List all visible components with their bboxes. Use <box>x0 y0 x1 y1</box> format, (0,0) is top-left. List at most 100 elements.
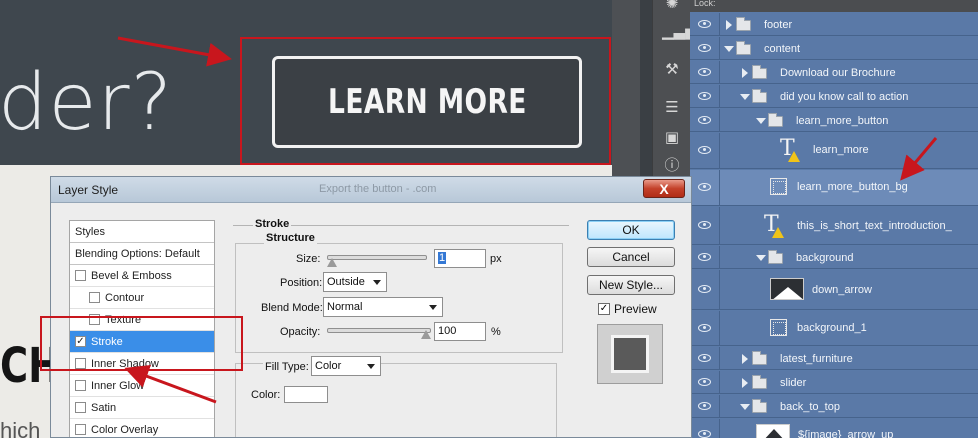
expand-arrow-icon[interactable] <box>726 20 732 30</box>
eye-icon[interactable] <box>698 253 711 261</box>
expand-arrow-icon[interactable] <box>742 68 748 78</box>
position-dropdown[interactable]: Outside <box>323 272 387 292</box>
style-item-color-overlay[interactable]: Color Overlay <box>70 419 214 437</box>
visibility-column <box>690 347 720 369</box>
3d-cube-icon[interactable]: ▣ <box>662 128 682 148</box>
size-unit: px <box>490 253 502 265</box>
style-item-inner-glow[interactable]: Inner Glow <box>70 375 214 397</box>
eye-icon[interactable] <box>698 430 711 438</box>
layer-row[interactable]: slider <box>690 371 978 394</box>
layer-row[interactable]: background <box>690 246 978 269</box>
size-label: Size: <box>296 253 321 265</box>
layer-thumbnail <box>770 278 804 300</box>
cancel-button[interactable]: Cancel <box>587 247 675 267</box>
style-checkbox[interactable] <box>75 380 86 391</box>
layer-row[interactable]: Download our Brochure <box>690 61 978 84</box>
eye-icon[interactable] <box>698 116 711 124</box>
ok-button[interactable]: OK <box>587 220 675 240</box>
info-icon[interactable]: ⓘ <box>662 156 682 176</box>
stroke-section-title: Stroke <box>253 218 292 230</box>
layer-row[interactable]: back_to_top <box>690 395 978 418</box>
layer-row[interactable]: T learn_more <box>690 133 978 169</box>
style-item-satin[interactable]: Satin <box>70 397 214 419</box>
eye-icon[interactable] <box>698 183 711 191</box>
shape-layer-icon <box>770 319 787 336</box>
eye-icon[interactable] <box>698 92 711 100</box>
layer-row[interactable]: T this_is_short_text_introduction_ <box>690 207 978 245</box>
layer-row[interactable]: did you know call to action <box>690 85 978 108</box>
expand-arrow-icon[interactable] <box>742 354 748 364</box>
layer-row[interactable]: footer <box>690 13 978 36</box>
stroke-color-swatch[interactable] <box>284 386 328 403</box>
eye-icon[interactable] <box>698 354 711 362</box>
layer-thumbnail <box>756 424 790 438</box>
collapse-arrow-icon[interactable] <box>724 46 734 52</box>
style-checkbox[interactable] <box>89 292 100 303</box>
styles-header[interactable]: Styles <box>70 221 214 243</box>
opacity-input[interactable]: 100 <box>434 322 486 341</box>
blend-mode-dropdown[interactable]: Normal <box>323 297 443 317</box>
style-checkbox[interactable] <box>75 402 86 413</box>
layer-row[interactable]: background_1 <box>690 311 978 346</box>
fill-type-dropdown[interactable]: Color <box>311 356 381 376</box>
eye-icon[interactable] <box>698 20 711 28</box>
visibility-column <box>690 270 720 309</box>
expand-arrow-icon[interactable] <box>742 378 748 388</box>
style-checkbox[interactable] <box>75 270 86 281</box>
size-slider[interactable] <box>327 255 427 260</box>
layer-row[interactable]: learn_more_button <box>690 109 978 132</box>
visibility-column <box>690 109 720 131</box>
layer-name: Download our Brochure <box>780 67 896 79</box>
annotation-box-stroke <box>40 316 243 371</box>
layer-row[interactable]: ${image}_arrow_up <box>690 419 978 438</box>
layer-name: learn_more <box>813 144 869 156</box>
collapse-arrow-icon[interactable] <box>756 118 766 124</box>
tool-presets-icon[interactable]: ⚒ <box>662 60 682 80</box>
adjustments-icon[interactable]: ☰ <box>662 98 682 118</box>
eye-icon[interactable] <box>698 378 711 386</box>
visibility-column <box>690 419 720 438</box>
opacity-slider-thumb[interactable] <box>421 330 431 339</box>
folder-icon <box>752 399 767 413</box>
style-item-bevel-emboss[interactable]: Bevel & Emboss <box>70 265 214 287</box>
new-style-button[interactable]: New Style... <box>587 275 675 295</box>
eye-icon[interactable] <box>698 146 711 154</box>
collapse-arrow-icon[interactable] <box>740 94 750 100</box>
position-label: Position: <box>280 277 323 289</box>
eye-icon[interactable] <box>698 402 711 410</box>
eye-icon[interactable] <box>698 285 711 293</box>
shape-layer-icon <box>770 178 787 195</box>
collapse-arrow-icon[interactable] <box>756 255 766 261</box>
dialog-title: Layer Style <box>58 183 119 197</box>
collapse-arrow-icon[interactable] <box>740 404 750 410</box>
eye-icon[interactable] <box>698 44 711 52</box>
position-value: Outside <box>327 276 365 288</box>
layer-row-selected[interactable]: learn_more_button_bg <box>690 170 978 206</box>
size-slider-thumb[interactable] <box>327 258 337 267</box>
histogram-icon[interactable]: ▁▃▅ <box>662 22 697 42</box>
canvas-body-text: hich <box>0 418 41 438</box>
close-button[interactable]: X <box>643 179 685 198</box>
style-preview-swatch <box>597 324 663 384</box>
layer-row[interactable]: down_arrow <box>690 270 978 310</box>
eye-icon[interactable] <box>698 68 711 76</box>
layer-name: learn_more_button <box>796 115 889 127</box>
blending-options-item[interactable]: Blending Options: Default <box>70 243 214 265</box>
eye-icon[interactable] <box>698 221 711 229</box>
eye-icon[interactable] <box>698 324 711 332</box>
layer-name: back_to_top <box>780 401 840 413</box>
down-arrow-thumbnail-icon <box>771 279 803 299</box>
style-checkbox[interactable] <box>75 424 86 435</box>
dialog-titlebar[interactable]: Layer Style Export the button - .com X <box>51 177 691 203</box>
brush-settings-icon[interactable]: ✺ <box>662 0 682 14</box>
structure-title: Structure <box>264 232 317 244</box>
layer-row[interactable]: latest_furniture <box>690 347 978 370</box>
layer-row[interactable]: content <box>690 37 978 60</box>
size-input[interactable]: 1 <box>434 249 486 268</box>
style-item-contour[interactable]: Contour <box>70 287 214 309</box>
opacity-unit: % <box>491 326 501 338</box>
visibility-column <box>690 246 720 268</box>
preview-checkbox[interactable]: ✓ <box>598 303 610 315</box>
folder-icon <box>752 89 767 103</box>
opacity-slider[interactable] <box>327 328 431 333</box>
